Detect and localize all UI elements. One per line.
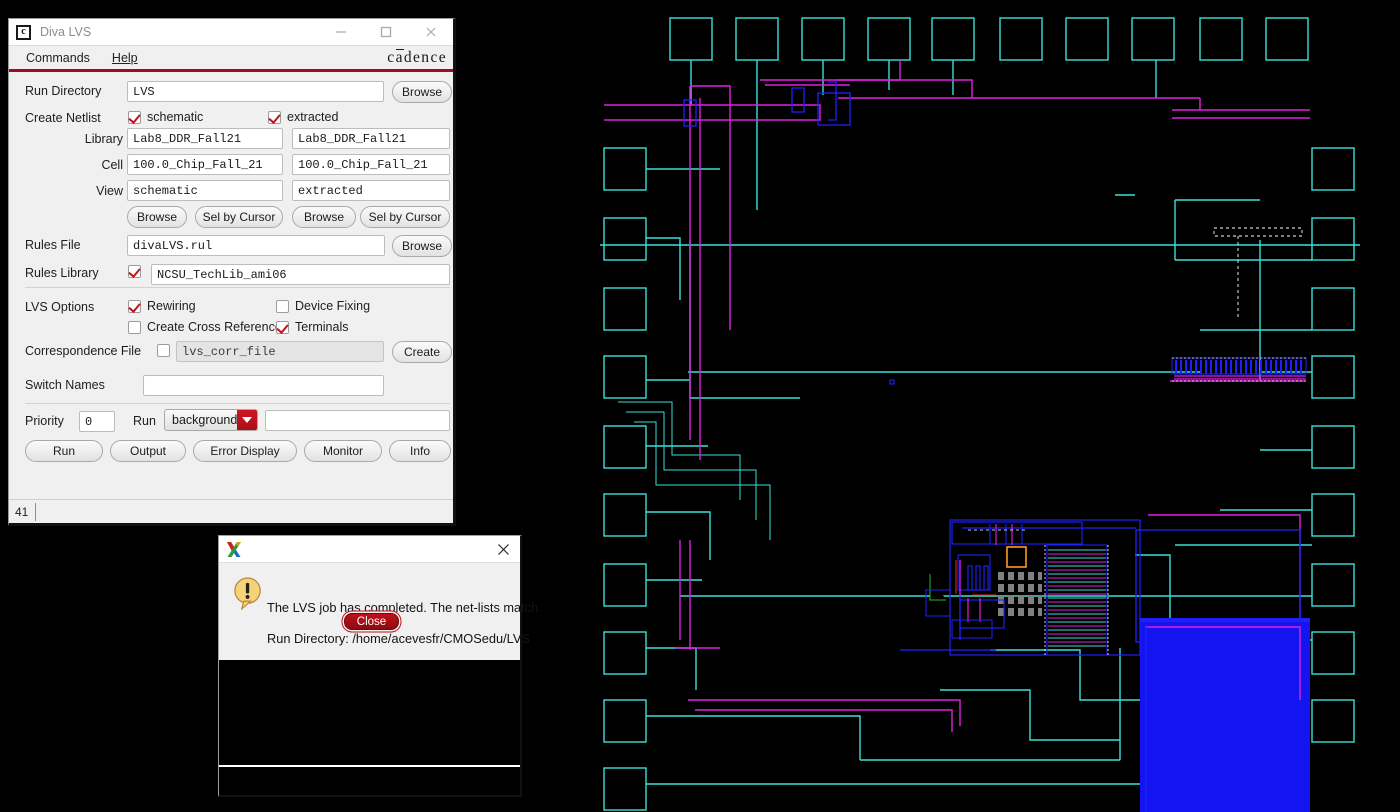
run-directory-row: Run Directory [25,84,125,98]
schematic-label: schematic [147,110,204,124]
rules-file-label: Rules File [25,238,81,252]
cadence-logo-a: a [395,49,404,66]
rewiring-checkbox-group[interactable]: Rewiring [128,299,196,313]
output-button[interactable]: Output [110,440,186,462]
virtuoso-layout-canvas[interactable] [560,0,1400,812]
error-display-button[interactable]: Error Display [193,440,297,462]
rules-library-checkbox[interactable] [128,265,141,278]
lvs-options-label: LVS Options [25,300,95,314]
screen-hairline [219,765,520,767]
lvs-form: Run Directory LVS Browse Create Netlist … [9,72,453,480]
status-message [36,503,453,521]
menubar: Commands Help cadence [9,46,453,72]
switch-names-label: Switch Names [25,378,105,392]
run-mode-value: background [172,413,238,427]
lvs-result-dialog: The LVS job has completed. The net-lists… [218,535,542,797]
x-logo-icon [227,541,241,557]
schematic-sel-by-cursor-button[interactable]: Sel by Cursor [195,206,283,228]
rewiring-checkbox[interactable] [128,299,141,313]
cell-label: Cell [101,158,123,172]
divider-1 [25,287,450,288]
rules-file-input[interactable]: divaLVS.rul [127,235,385,256]
device-fixing-label: Device Fixing [295,299,371,313]
run-mode-select[interactable]: background [164,409,258,431]
priority-input[interactable]: 0 [79,411,115,432]
window-controls [318,19,453,45]
menu-help-label: Help [111,50,138,65]
schematic-checkbox-group[interactable]: schematic [128,110,203,124]
menu-help[interactable]: Help [111,49,139,67]
rules-library-label: Rules Library [25,266,99,280]
device-fixing-checkbox[interactable] [276,299,289,313]
run-mode-label: Run [133,414,156,428]
create-cross-reference-checkbox[interactable] [128,320,141,334]
window-title: Diva LVS [40,25,92,39]
window-titlebar: c Diva LVS [9,19,453,46]
maximize-icon[interactable] [363,19,408,45]
dialog-body: The LVS job has completed. The net-lists… [219,563,542,660]
run-directory-input[interactable]: LVS [127,81,384,102]
library-extracted-input[interactable]: Lab8_DDR_Fall21 [292,128,450,149]
diva-lvs-window: c Diva LVS Commands Help cadence Run Dir… [8,18,456,526]
rules-file-browse-button[interactable]: Browse [392,235,452,257]
dialog-message-line2: Run Directory: /home/acevesfr/CMOSedu/LV… [267,631,530,646]
run-button[interactable]: Run [25,440,103,462]
dialog-titlebar [219,536,520,563]
rewiring-label: Rewiring [147,299,196,313]
schematic-browse-button[interactable]: Browse [127,206,187,228]
correspondence-file-checkbox[interactable] [157,344,170,357]
create-netlist-label: Create Netlist [25,111,101,125]
create-cross-reference-label: Create Cross Reference [147,320,282,334]
statusbar: 41 [9,499,453,523]
info-button[interactable]: Info [389,440,451,462]
dialog-close-button[interactable]: Close [344,613,399,630]
cadence-logo: cadence [387,49,447,66]
terminals-checkbox[interactable] [276,320,289,334]
library-schematic-input[interactable]: Lab8_DDR_Fall21 [127,128,283,149]
create-cross-reference-checkbox-group[interactable]: Create Cross Reference [128,320,282,334]
extracted-sel-by-cursor-button[interactable]: Sel by Cursor [360,206,450,228]
correspondence-file-input[interactable]: lvs_corr_file [176,341,384,362]
device-fixing-checkbox-group[interactable]: Device Fixing [276,299,370,313]
run-host-input[interactable] [265,410,450,431]
switch-names-input[interactable] [143,375,384,396]
dialog-message-line1: The LVS job has completed. The net-lists… [267,600,542,615]
extracted-label: extracted [287,110,339,124]
correspondence-file-label: Correspondence File [25,344,142,358]
library-label: Library [84,132,123,146]
divider-2 [25,403,450,404]
cell-extracted-input[interactable]: 100.0_Chip_Fall_21 [292,154,450,175]
view-label: View [96,184,123,198]
monitor-button[interactable]: Monitor [304,440,382,462]
chevron-down-icon[interactable] [237,410,257,430]
create-netlist-row: Create Netlist [25,111,101,125]
run-directory-browse-button[interactable]: Browse [392,81,452,103]
minimize-icon[interactable] [318,19,363,45]
terminals-label: Terminals [295,320,349,334]
menu-commands[interactable]: Commands [25,49,91,67]
extracted-checkbox-group[interactable]: extracted [268,110,338,124]
cadence-c-icon: c [16,24,31,40]
warning-exclamation-icon [234,577,261,610]
rules-library-input[interactable]: NCSU_TechLib_ami06 [151,264,450,285]
view-schematic-input[interactable]: schematic [127,180,283,201]
status-count: 41 [9,502,37,521]
correspondence-file-create-button[interactable]: Create [392,341,452,363]
dialog-close-icon[interactable] [490,537,516,561]
extracted-browse-button[interactable]: Browse [292,206,356,228]
screen-root: c Diva LVS Commands Help cadence Run Dir… [0,0,1400,812]
run-directory-label: Run Directory [25,84,102,98]
cell-schematic-input[interactable]: 100.0_Chip_Fall_21 [127,154,283,175]
view-extracted-input[interactable]: extracted [292,180,450,201]
extracted-checkbox[interactable] [268,110,281,124]
dialog-underlay-black [219,660,520,795]
priority-label: Priority [25,414,64,428]
schematic-checkbox[interactable] [128,110,141,124]
terminals-checkbox-group[interactable]: Terminals [276,320,349,334]
close-icon[interactable] [408,19,453,45]
